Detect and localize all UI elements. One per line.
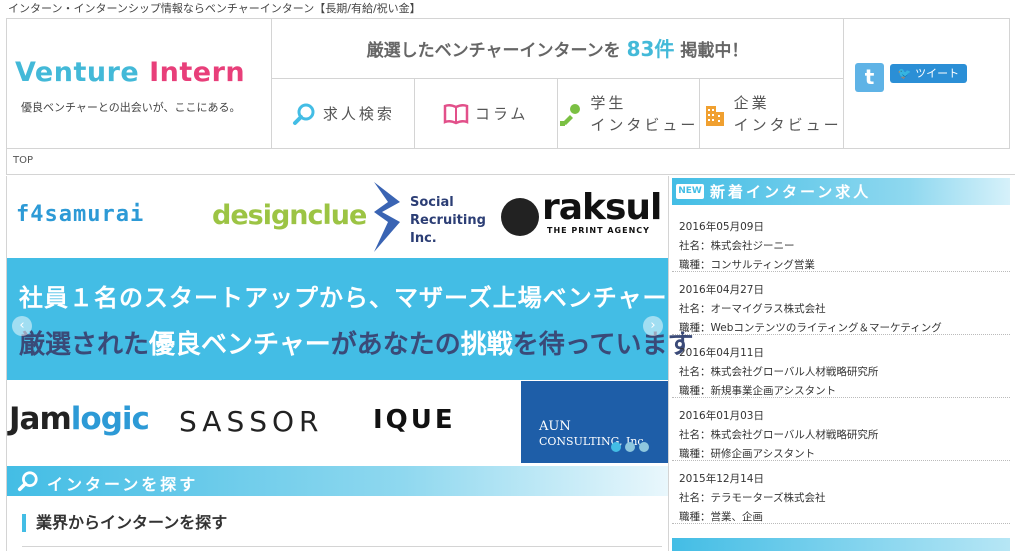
nav-column-label: コラム	[474, 105, 529, 123]
hero-line-2: 厳選された優良ベンチャーがあなたの挑戦を待っています	[19, 324, 694, 361]
job-date: 2016年05月09日	[679, 221, 764, 233]
hero-line-1: 社員１名のスタートアップから、マザーズ上場ベンチャーまで、	[19, 284, 742, 312]
company-logos-row-2: Jamlogic SASSOR IQUE AUN CONSULTING, Inc…	[7, 381, 668, 463]
tweet-button-label: ツイート	[915, 67, 960, 80]
sidebar-header: NEW 新着インターン求人	[672, 178, 1010, 205]
job-company: 社名：テラモーターズ株式会社	[679, 492, 826, 504]
new-badge: NEW	[676, 184, 704, 199]
nav-job-search[interactable]: 求人検索	[272, 79, 415, 148]
company-logo-jamlogic[interactable]: Jamlogic	[9, 401, 150, 437]
book-icon	[443, 101, 469, 127]
nav-student-line2: インタビュー	[590, 115, 699, 134]
job-list-item[interactable]: 2016年01月03日 社名：株式会社グローバル人材戦略研究所 職種：研修企画ア…	[672, 398, 1010, 461]
nav-company-interview-label: 企業 インタビュー	[734, 92, 842, 136]
nav-student-line1: 学生	[590, 93, 627, 112]
job-date: 2016年04月27日	[679, 284, 764, 296]
jamlogic-part-logic: logic	[70, 401, 150, 437]
job-date: 2016年01月03日	[679, 410, 764, 422]
social-recruiting-line2: Recruiting	[410, 213, 486, 228]
divider	[22, 546, 662, 547]
carousel-dot-3[interactable]	[639, 442, 649, 452]
social-recruiting-line1: Social	[410, 195, 454, 210]
search-icon	[17, 470, 39, 496]
banner-prefix: 厳選したベンチャーインターンを	[366, 41, 621, 61]
aun-line1: AUN	[539, 419, 571, 434]
social-recruiting-mark-icon	[372, 182, 402, 256]
breadcrumb-top[interactable]: TOP	[13, 155, 33, 166]
breadcrumb-bar: TOP	[6, 149, 1015, 175]
banner-suffix: 掲載中！	[680, 41, 749, 61]
carousel-next-arrow-icon[interactable]: ›	[643, 316, 663, 336]
search-icon	[291, 101, 317, 127]
company-logo-social-recruiting[interactable]: Social Recruiting Inc.	[410, 194, 486, 248]
nav-company-line2: インタビュー	[733, 115, 842, 134]
job-company: 社名：株式会社グローバル人材戦略研究所	[679, 366, 879, 378]
company-logo-f4samurai[interactable]: f4samurai	[16, 202, 144, 227]
industry-search-heading: 業界からインターンを探す	[22, 514, 227, 532]
job-list: 2016年05月09日 社名：株式会社ジーニー 職種：コンサルティング営業 20…	[672, 209, 1010, 524]
site-header: Venture Intern 優良ベンチャーとの出会いが、ここにある。 厳選した…	[6, 18, 1010, 149]
job-company: 社名：株式会社ジーニー	[679, 240, 795, 252]
nav-company-line1: 企業	[733, 93, 770, 112]
company-logos-row-1: f4samurai designclue Social Recruiting I…	[7, 176, 668, 256]
carousel-dot-1[interactable]	[611, 442, 621, 452]
main-content: f4samurai designclue Social Recruiting I…	[6, 176, 741, 551]
logo-wordmark[interactable]: Venture Intern	[15, 57, 245, 88]
social-area: t 🐦 ツイート	[843, 19, 1009, 148]
site-tagline: インターン・インターンシップ情報ならベンチャーインターン【長期/有給/祝い金】	[8, 2, 421, 15]
company-logo-sassor[interactable]: SASSOR	[179, 405, 324, 438]
listing-count-banner: 厳選したベンチャーインターンを 83件 掲載中！	[272, 19, 843, 79]
nav-student-interview[interactable]: 学生 インタビュー	[558, 79, 701, 148]
sidebar-next-section-bar	[672, 538, 1010, 551]
job-company: 社名：株式会社グローバル人材戦略研究所	[679, 429, 879, 441]
main-nav: 求人検索 コラム 学生 インタビュー 企業 インタビュー	[272, 79, 843, 148]
job-date: 2016年04月11日	[679, 347, 764, 359]
job-role: 職種：営業、企画	[679, 511, 763, 523]
job-date: 2015年12月14日	[679, 473, 764, 485]
section-header-search-intern: インターンを探す	[7, 466, 668, 496]
job-list-item[interactable]: 2015年12月14日 社名：テラモーターズ株式会社 職種：営業、企画	[672, 461, 1010, 524]
student-icon	[558, 101, 584, 127]
hero-line2-c: があなたの	[330, 330, 461, 360]
hero-banner[interactable]: 社員１名のスタートアップから、マザーズ上場ベンチャーまで、 厳選された優良ベンチ…	[7, 258, 741, 380]
section-title: インターンを探す	[47, 475, 199, 494]
nav-column[interactable]: コラム	[415, 79, 558, 148]
jamlogic-part-jam: Jam	[9, 401, 72, 437]
logo-part-venture: Venture	[15, 57, 140, 88]
raksul-mark-icon	[501, 198, 539, 236]
hero-line2-b: 優良ベンチャー	[149, 330, 331, 360]
sidebar-title: 新着インターン求人	[710, 183, 872, 201]
nav-company-interview[interactable]: 企業 インタビュー	[700, 79, 843, 148]
job-list-item[interactable]: 2016年04月27日 社名：オーマイグラス株式会社 職種：Webコンテンツのラ…	[672, 272, 1010, 335]
social-recruiting-line3: Inc.	[410, 231, 437, 246]
nav-job-search-label: 求人検索	[322, 105, 395, 123]
company-logo-designclue[interactable]: designclue	[212, 200, 367, 231]
company-logo-ique[interactable]: IQUE	[373, 405, 456, 435]
carousel-dot-2[interactable]	[625, 442, 635, 452]
carousel-prev-arrow-icon[interactable]: ‹	[12, 316, 32, 336]
hero-line2-d: 挑戦	[460, 330, 513, 360]
hero-line2-e: を待っています	[512, 330, 694, 360]
twitter-bird-icon: 🐦	[897, 67, 912, 80]
twitter-follow-icon[interactable]: t	[855, 63, 884, 92]
logo-subtitle: 優良ベンチャーとの出会いが、ここにある。	[21, 101, 241, 114]
job-list-item[interactable]: 2016年04月11日 社名：株式会社グローバル人材戦略研究所 職種：新規事業企…	[672, 335, 1010, 398]
carousel-pagination	[611, 442, 649, 452]
tweet-button[interactable]: 🐦 ツイート	[890, 64, 967, 83]
listing-count: 83件	[626, 37, 675, 61]
company-logo-raksul[interactable]: raksul	[542, 188, 662, 228]
job-company: 社名：オーマイグラス株式会社	[679, 303, 826, 315]
site-logo[interactable]: Venture Intern 優良ベンチャーとの出会いが、ここにある。	[7, 19, 272, 148]
nav-student-interview-label: 学生 インタビュー	[590, 92, 698, 136]
logo-part-intern: Intern	[149, 57, 246, 88]
raksul-subtitle: THE PRINT AGENCY	[547, 226, 650, 235]
building-icon	[702, 101, 728, 127]
job-list-item[interactable]: 2016年05月09日 社名：株式会社ジーニー 職種：コンサルティング営業	[672, 209, 1010, 272]
hero-line2-a: 厳選された	[19, 330, 150, 360]
sidebar-new-jobs: NEW 新着インターン求人 2016年05月09日 社名：株式会社ジーニー 職種…	[672, 176, 1010, 551]
